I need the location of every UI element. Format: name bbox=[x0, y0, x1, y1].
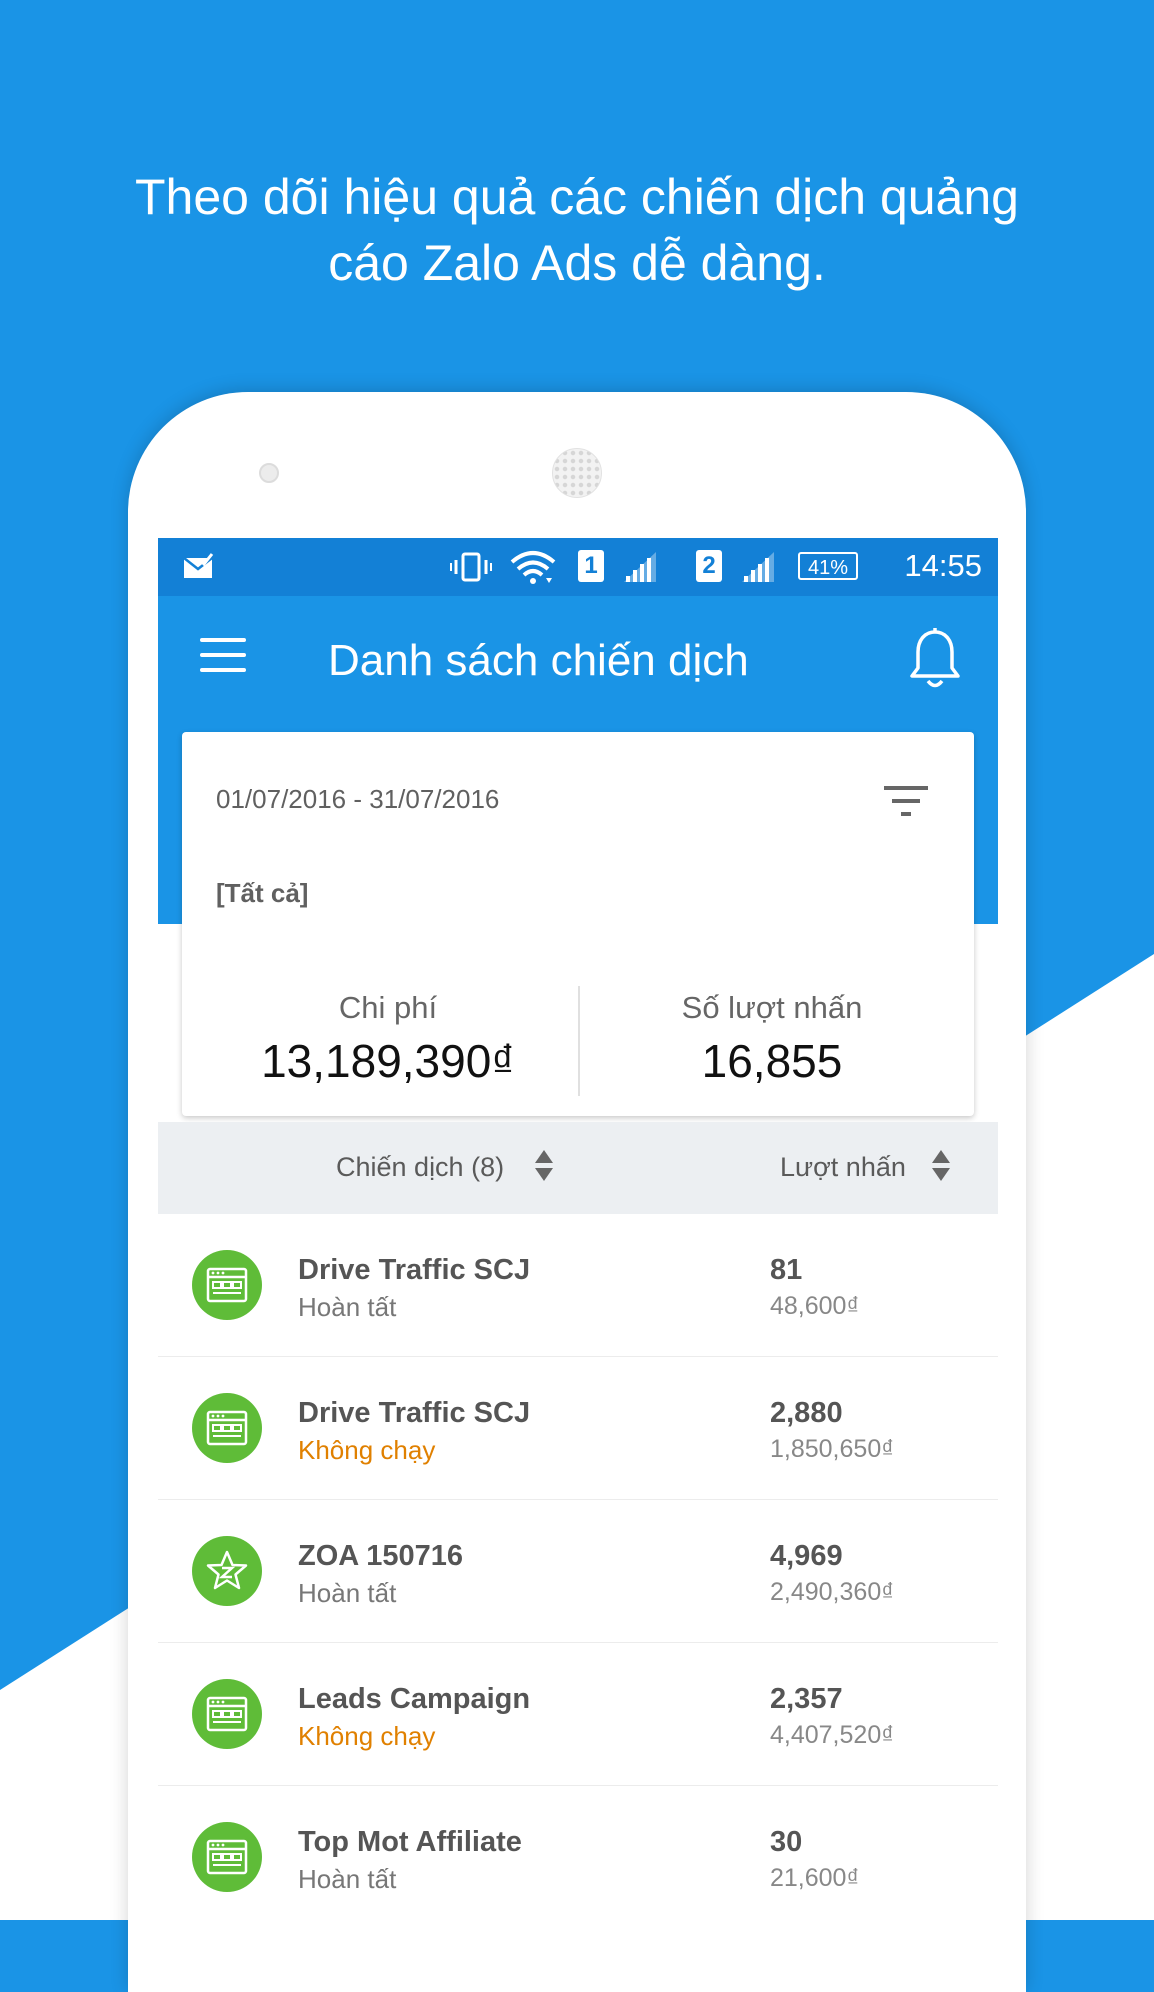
campaign-row[interactable]: ZOA 150716 Hoàn tất 4,969 2,490,360₫ bbox=[158, 1500, 998, 1643]
campaign-name: ZOA 150716 bbox=[298, 1540, 463, 1572]
campaign-status: Hoàn tất bbox=[298, 1864, 397, 1894]
web-icon bbox=[206, 1696, 248, 1732]
sort-by-clicks[interactable]: Lượt nhấn bbox=[780, 1152, 906, 1183]
campaign-cost: 2,490,360₫ bbox=[770, 1578, 895, 1606]
date-range[interactable]: 01/07/2016 - 31/07/2016 bbox=[216, 784, 499, 815]
web-icon bbox=[206, 1267, 248, 1303]
phone-camera bbox=[259, 463, 279, 483]
cost-label: Chi phí bbox=[338, 990, 438, 1025]
cost-value: 13,189,390₫ bbox=[261, 1035, 515, 1087]
campaign-avatar bbox=[192, 1679, 262, 1749]
campaign-list: Drive Traffic SCJ Hoàn tất 81 48,600₫ Drive… bbox=[158, 1214, 998, 1920]
hamburger-menu-icon[interactable] bbox=[200, 638, 246, 672]
filter-icon[interactable] bbox=[882, 784, 930, 818]
phone-screen: 1 2 41% 14:55 Danh sách chiến dịch 01/07… bbox=[158, 538, 998, 1920]
battery-icon: 41% bbox=[798, 552, 858, 580]
bell-icon[interactable] bbox=[908, 628, 962, 690]
sim-1-icon: 1 bbox=[578, 550, 604, 582]
campaign-status: Không chạy bbox=[298, 1435, 436, 1465]
campaign-scope-label: [Tất cả] bbox=[216, 878, 309, 908]
web-icon bbox=[206, 1410, 248, 1446]
campaign-status: Hoàn tất bbox=[298, 1292, 397, 1322]
status-bar: 1 2 41% 14:55 bbox=[158, 538, 998, 596]
promo-line-2: cáo Zalo Ads dễ dàng. bbox=[328, 235, 826, 291]
clicks-metric: Số lượt nhấn 16,855 bbox=[582, 990, 962, 1088]
zalo-star-icon bbox=[205, 1549, 249, 1593]
campaign-cost: 4,407,520₫ bbox=[770, 1721, 895, 1749]
phone-speaker bbox=[552, 448, 602, 498]
campaign-row[interactable]: Top Mot Affiliate Hoàn tất 30 21,600₫ bbox=[158, 1786, 998, 1920]
promo-line-1: Theo dõi hiệu quả các chiến dịch quảng bbox=[135, 169, 1019, 225]
sort-arrows-icon[interactable] bbox=[534, 1150, 554, 1184]
campaign-clicks: 4,969 bbox=[770, 1540, 843, 1572]
sort-bar: Chiến dịch (8) Lượt nhấn bbox=[158, 1122, 998, 1214]
sort-arrows-icon[interactable] bbox=[931, 1150, 951, 1184]
summary-card: 01/07/2016 - 31/07/2016 [Tất cả] Chi phí… bbox=[182, 732, 974, 1116]
campaign-row[interactable]: Leads Campaign Không chạy 2,357 4,407,520₫ bbox=[158, 1643, 998, 1786]
campaign-cost: 1,850,650₫ bbox=[770, 1435, 895, 1463]
page-title: Danh sách chiến dịch bbox=[328, 636, 749, 685]
signal-2-icon bbox=[742, 552, 774, 582]
campaign-name: Leads Campaign bbox=[298, 1683, 531, 1715]
campaign-clicks: 2,880 bbox=[770, 1397, 843, 1429]
metric-divider bbox=[578, 986, 580, 1096]
signal-1-icon bbox=[624, 552, 656, 582]
campaign-avatar bbox=[192, 1536, 262, 1606]
campaign-clicks: 30 bbox=[770, 1826, 803, 1858]
campaign-name: Drive Traffic SCJ bbox=[298, 1254, 531, 1286]
clock: 14:55 bbox=[904, 548, 982, 583]
web-icon bbox=[206, 1839, 248, 1875]
vibrate-icon bbox=[450, 552, 492, 582]
sort-by-campaign[interactable]: Chiến dịch (8) bbox=[336, 1152, 504, 1183]
promo-headline: Theo dõi hiệu quả các chiến dịch quảng c… bbox=[80, 164, 1074, 296]
campaign-row[interactable]: Drive Traffic SCJ Hoàn tất 81 48,600₫ bbox=[158, 1214, 998, 1357]
sim-2-icon: 2 bbox=[696, 550, 722, 582]
cost-metric: Chi phí 13,189,390₫ bbox=[198, 990, 578, 1088]
campaign-cost: 48,600₫ bbox=[770, 1292, 860, 1320]
clicks-value: 16,855 bbox=[701, 1035, 843, 1087]
campaign-clicks: 81 bbox=[770, 1254, 803, 1286]
wifi-icon bbox=[510, 551, 556, 584]
campaign-cost: 21,600₫ bbox=[770, 1864, 860, 1892]
mail-notification-icon bbox=[183, 553, 214, 578]
campaign-avatar bbox=[192, 1822, 262, 1892]
campaign-status: Hoàn tất bbox=[298, 1578, 397, 1608]
campaign-avatar bbox=[192, 1250, 262, 1320]
campaign-avatar bbox=[192, 1393, 262, 1463]
app-bar: Danh sách chiến dịch bbox=[158, 596, 998, 714]
campaign-clicks: 2,357 bbox=[770, 1683, 843, 1715]
clicks-label: Số lượt nhấn bbox=[681, 990, 863, 1025]
campaign-name: Drive Traffic SCJ bbox=[298, 1397, 531, 1429]
campaign-name: Top Mot Affiliate bbox=[298, 1826, 522, 1858]
campaign-status: Không chạy bbox=[298, 1721, 436, 1751]
campaign-row[interactable]: Drive Traffic SCJ Không chạy 2,880 1,850,65… bbox=[158, 1357, 998, 1500]
